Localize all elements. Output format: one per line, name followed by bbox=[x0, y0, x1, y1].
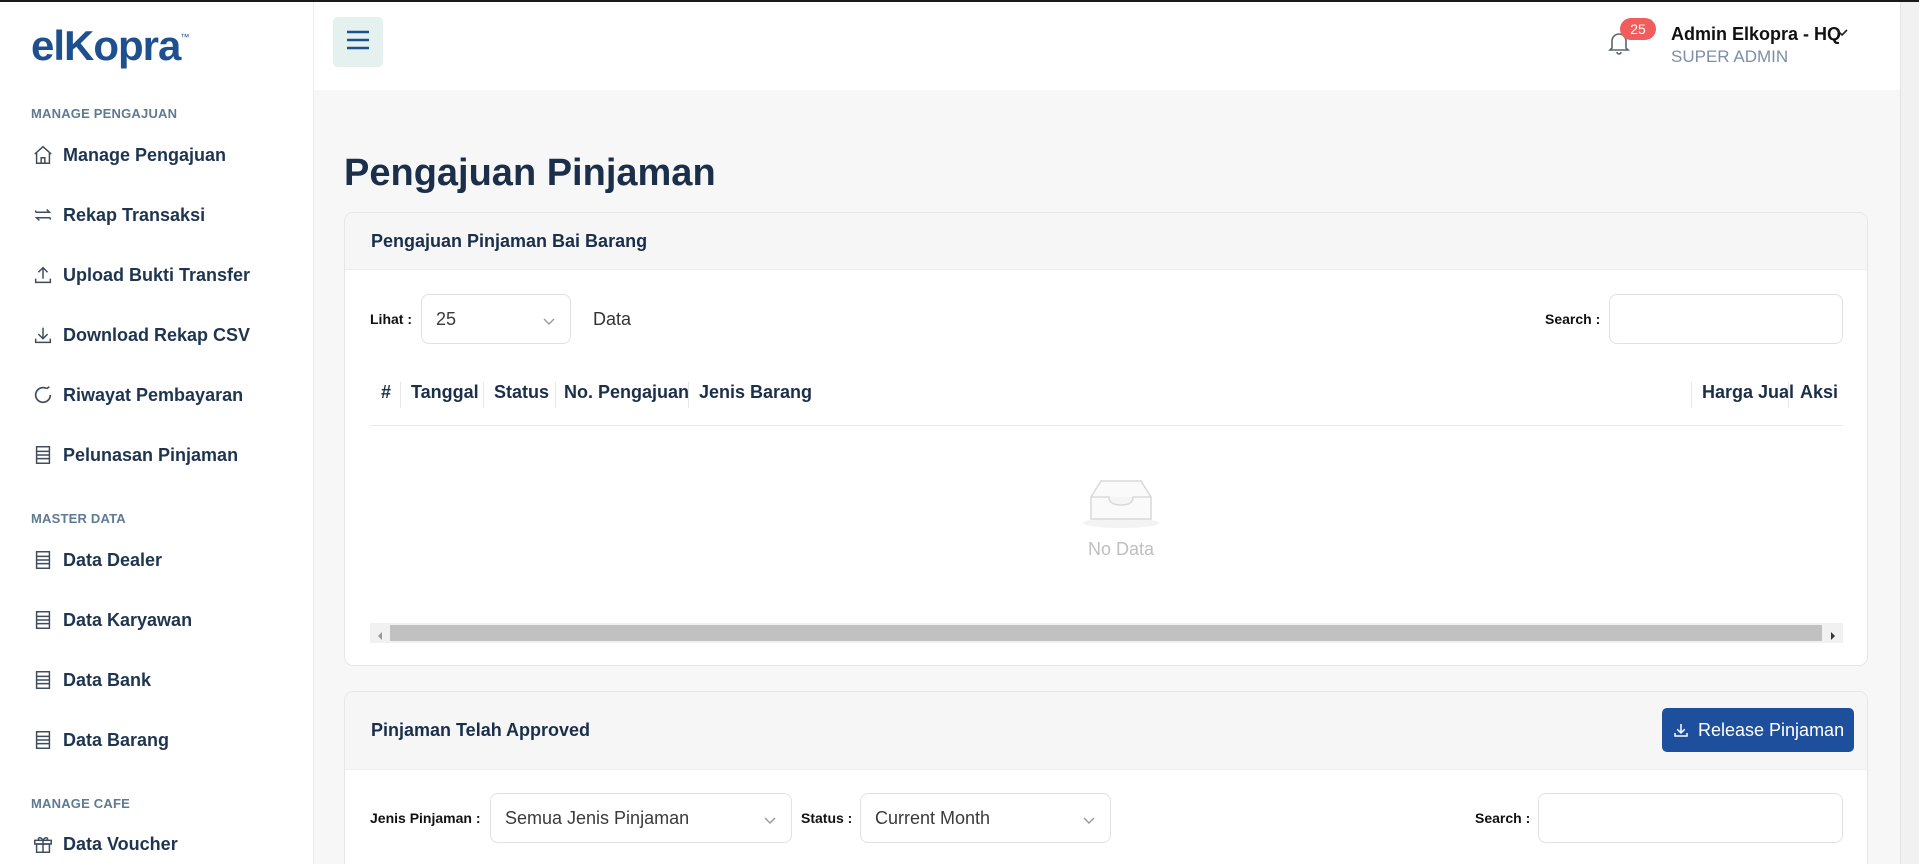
app-logo[interactable]: elKopra™ bbox=[31, 22, 189, 70]
scrollbar-thumb[interactable] bbox=[390, 625, 1822, 641]
pengajuan-card: Pengajuan Pinjaman Bai Barang Lihat : 25… bbox=[344, 212, 1868, 666]
list-icon bbox=[31, 728, 55, 752]
table-header: # Tanggal Status No. Pengajuan Jenis Bar… bbox=[370, 382, 1843, 426]
column-header[interactable]: Harga Jual bbox=[1702, 382, 1794, 403]
sidebar-item-pelunasan-pinjaman[interactable]: Pelunasan Pinjaman bbox=[31, 437, 301, 473]
upload-icon bbox=[31, 263, 55, 287]
lihat-label: Lihat : bbox=[370, 311, 412, 327]
sidebar-item-rekap-transaksi[interactable]: Rekap Transaksi bbox=[31, 197, 301, 233]
user-role: SUPER ADMIN bbox=[1671, 47, 1789, 66]
card-title: Pengajuan Pinjaman Bai Barang bbox=[371, 231, 648, 251]
jenis-pinjaman-label: Jenis Pinjaman : bbox=[370, 810, 481, 826]
horizontal-scrollbar[interactable] bbox=[370, 623, 1843, 643]
list-icon bbox=[31, 668, 55, 692]
sidebar-item-data-bank[interactable]: Data Bank bbox=[31, 662, 301, 698]
list-icon bbox=[31, 443, 55, 467]
sidebar-section-title: MASTER DATA bbox=[31, 511, 126, 526]
release-button-label: Release Pinjaman bbox=[1698, 719, 1845, 740]
page-title: Pengajuan Pinjaman bbox=[344, 152, 716, 194]
repeat-icon bbox=[31, 203, 55, 227]
search-input[interactable] bbox=[1609, 294, 1843, 344]
chevron-down-icon bbox=[763, 812, 777, 826]
empty-inbox-icon bbox=[1081, 475, 1161, 534]
menu-toggle-button[interactable] bbox=[333, 17, 383, 67]
sidebar-item-upload-bukti-transfer[interactable]: Upload Bukti Transfer bbox=[31, 257, 301, 293]
card-header: Pinjaman Telah Approved Release Pinjaman bbox=[345, 692, 1867, 770]
empty-state-text: No Data bbox=[1088, 539, 1155, 559]
vertical-scrollbar[interactable] bbox=[1900, 2, 1919, 864]
download-icon bbox=[1672, 721, 1690, 739]
card-header: Pengajuan Pinjaman Bai Barang bbox=[345, 213, 1867, 270]
main-content: Pengajuan Pinjaman Pengajuan Pinjaman Ba… bbox=[314, 90, 1900, 864]
status-label: Status : bbox=[801, 810, 853, 826]
release-pinjaman-button[interactable]: Release Pinjaman bbox=[1662, 708, 1855, 752]
sidebar-section-title: MANAGE PENGAJUAN bbox=[31, 106, 178, 121]
jenis-pinjaman-select[interactable]: Semua Jenis Pinjaman bbox=[490, 793, 792, 843]
hamburger-icon bbox=[345, 29, 371, 56]
approved-card: Pinjaman Telah Approved Release Pinjaman… bbox=[344, 691, 1868, 864]
list-icon bbox=[31, 608, 55, 632]
user-name[interactable]: Admin Elkopra - HQ bbox=[1671, 24, 1841, 45]
page-size-select[interactable]: 25 bbox=[421, 294, 571, 344]
status-value: Current Month bbox=[875, 807, 991, 828]
list-icon bbox=[31, 548, 55, 572]
search-label: Search : bbox=[1475, 810, 1531, 826]
sidebar-item-manage-pengajuan[interactable]: Manage Pengajuan bbox=[31, 137, 301, 173]
sidebar-item-data-barang[interactable]: Data Barang bbox=[31, 722, 301, 758]
column-header[interactable]: Status bbox=[494, 382, 549, 403]
chevron-down-icon[interactable] bbox=[1835, 26, 1849, 40]
scroll-left-icon[interactable] bbox=[376, 628, 384, 646]
column-header[interactable]: Tanggal bbox=[411, 382, 479, 403]
data-label: Data bbox=[593, 309, 632, 329]
column-header[interactable]: Jenis Barang bbox=[699, 382, 812, 403]
download-icon bbox=[31, 323, 55, 347]
notification-badge: 25 bbox=[1620, 18, 1656, 40]
sidebar-item-data-karyawan[interactable]: Data Karyawan bbox=[31, 602, 301, 638]
chevron-down-icon bbox=[542, 313, 556, 327]
sidebar-section-title: MANAGE CAFE bbox=[31, 796, 130, 811]
gift-icon bbox=[31, 832, 55, 856]
sidebar-item-riwayat-pembayaran[interactable]: Riwayat Pembayaran bbox=[31, 377, 301, 413]
column-header[interactable]: # bbox=[381, 382, 391, 403]
sidebar-item-data-voucher[interactable]: Data Voucher bbox=[31, 826, 301, 862]
sidebar-item-data-dealer[interactable]: Data Dealer bbox=[31, 542, 301, 578]
scroll-right-icon[interactable] bbox=[1829, 628, 1837, 646]
home-icon bbox=[31, 143, 55, 167]
sidebar-item-download-rekap-csv[interactable]: Download Rekap CSV bbox=[31, 317, 301, 353]
refresh-icon bbox=[31, 383, 55, 407]
card-title: Pinjaman Telah Approved bbox=[371, 720, 591, 740]
status-select[interactable]: Current Month bbox=[860, 793, 1111, 843]
column-header[interactable]: No. Pengajuan bbox=[564, 382, 689, 403]
column-header[interactable]: Aksi bbox=[1800, 382, 1838, 403]
search-label: Search : bbox=[1545, 311, 1601, 327]
page-size-value: 25 bbox=[436, 308, 457, 329]
chevron-down-icon bbox=[1082, 812, 1096, 826]
sidebar: elKopra™ MANAGE PENGAJUAN Manage Pengaju… bbox=[0, 2, 314, 864]
search-input[interactable] bbox=[1538, 793, 1843, 843]
jenis-pinjaman-value: Semua Jenis Pinjaman bbox=[505, 807, 690, 828]
top-header: 25 Admin Elkopra - HQ SUPER ADMIN bbox=[314, 2, 1900, 90]
